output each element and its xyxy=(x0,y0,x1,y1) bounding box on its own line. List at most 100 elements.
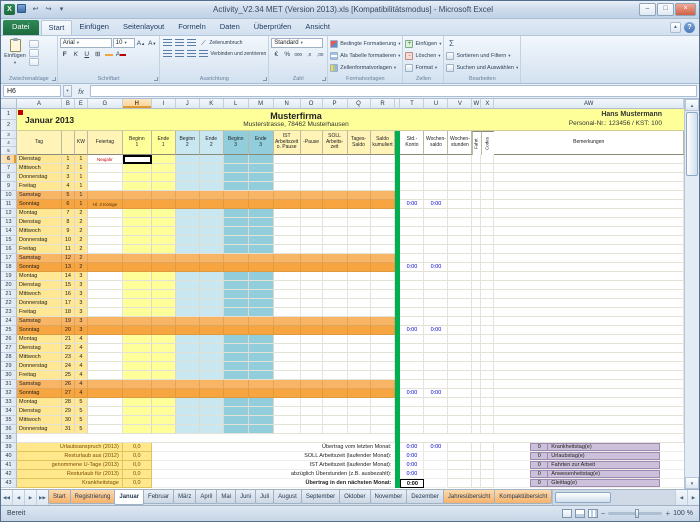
cell-week-number[interactable]: 2 xyxy=(74,236,88,245)
cell-bemerkungen[interactable] xyxy=(494,182,684,191)
cell-time-entry[interactable] xyxy=(199,191,224,200)
cell-time-entry[interactable] xyxy=(122,299,152,308)
scroll-right-icon[interactable]: ▶ xyxy=(687,490,699,505)
cell-time-entry[interactable] xyxy=(175,344,200,353)
cell-day-name[interactable]: Mittwoch xyxy=(16,290,62,299)
cell-time-entry[interactable] xyxy=(175,335,200,344)
cell-fahrt[interactable] xyxy=(472,344,482,353)
cell-calc[interactable] xyxy=(300,308,323,317)
cell-time-entry[interactable] xyxy=(122,380,152,389)
cell-calc[interactable] xyxy=(322,344,348,353)
cell-time-entry[interactable] xyxy=(175,254,200,263)
cell-wochensaldo[interactable] xyxy=(424,209,449,218)
row-header-25[interactable]: 25 xyxy=(1,326,17,335)
cell-day-name[interactable]: Montag xyxy=(16,398,62,407)
cell-std-konto[interactable] xyxy=(400,344,425,353)
cell-calc[interactable] xyxy=(273,371,301,380)
cell-std-konto[interactable] xyxy=(400,272,425,281)
cell-week-number[interactable]: 4 xyxy=(74,389,88,398)
cell-codes[interactable] xyxy=(481,407,495,416)
column-header-b[interactable]: B xyxy=(61,99,75,109)
cell-holiday[interactable] xyxy=(87,182,123,191)
cell-time-entry[interactable] xyxy=(248,326,274,335)
cell-calc[interactable] xyxy=(273,173,301,182)
cell-calc[interactable] xyxy=(273,191,301,200)
cell-time-entry[interactable] xyxy=(248,362,274,371)
cell-time-entry[interactable] xyxy=(223,299,249,308)
cell-time-entry[interactable] xyxy=(122,218,152,227)
header-j[interactable]: Beginn 2 xyxy=(175,131,200,155)
cell-calc[interactable] xyxy=(300,173,323,182)
cell-time-entry[interactable] xyxy=(199,290,224,299)
cell-time-entry[interactable] xyxy=(199,317,224,326)
cell-bemerkungen[interactable] xyxy=(494,326,684,335)
header-k[interactable]: Ende 2 xyxy=(199,131,224,155)
cell-time-entry[interactable] xyxy=(122,407,152,416)
cell-wochensaldo[interactable] xyxy=(424,308,449,317)
column-header-x[interactable]: X xyxy=(481,99,495,109)
cell-time-entry[interactable] xyxy=(175,209,200,218)
cell-time-entry[interactable] xyxy=(151,425,176,434)
cell-calc[interactable] xyxy=(370,218,396,227)
minimize-ribbon-icon[interactable]: ▲ xyxy=(670,22,681,33)
cell-calc[interactable] xyxy=(370,155,396,164)
cell-time-entry[interactable] xyxy=(248,290,274,299)
prev-sheet-button[interactable]: ◀ xyxy=(13,490,25,505)
cell-time-entry[interactable] xyxy=(248,317,274,326)
cell-calc[interactable] xyxy=(300,209,323,218)
cell-time-entry[interactable] xyxy=(248,335,274,344)
cell-day-number[interactable]: 13 xyxy=(61,263,75,272)
cell-calc[interactable] xyxy=(347,209,371,218)
column-header-n[interactable]: N xyxy=(273,99,301,109)
cell-calc[interactable] xyxy=(347,344,371,353)
cell-std-konto[interactable] xyxy=(400,335,425,344)
row-header-34[interactable]: 34 xyxy=(1,407,17,416)
cell-bemerkungen[interactable] xyxy=(494,164,684,173)
cell-day-number[interactable]: 22 xyxy=(61,344,75,353)
header-o[interactable]: -Pause xyxy=(300,131,323,155)
cell-wochenstunden[interactable] xyxy=(448,263,473,272)
cell-time-entry[interactable] xyxy=(248,155,274,164)
cell-codes[interactable] xyxy=(481,164,495,173)
cell-week-number[interactable]: 3 xyxy=(74,326,88,335)
close-button[interactable]: × xyxy=(675,3,696,16)
cell-wochensaldo[interactable] xyxy=(424,290,449,299)
cell-time-entry[interactable] xyxy=(248,371,274,380)
cell-fahrt[interactable] xyxy=(472,245,482,254)
cell-holiday[interactable] xyxy=(87,362,123,371)
cell-time-entry[interactable] xyxy=(223,218,249,227)
cell-bemerkungen[interactable] xyxy=(494,263,684,272)
cell-time-entry[interactable] xyxy=(199,353,224,362)
cell-calc[interactable] xyxy=(300,218,323,227)
cell-wochensaldo[interactable] xyxy=(424,371,449,380)
cell-time-entry[interactable] xyxy=(175,272,200,281)
page-break-view-icon[interactable] xyxy=(587,509,598,518)
cell-wochensaldo[interactable] xyxy=(424,317,449,326)
cell-calc[interactable] xyxy=(273,335,301,344)
zoom-level[interactable]: 100 % xyxy=(673,510,693,517)
cell-wochensaldo[interactable] xyxy=(424,416,449,425)
cell-week-number[interactable]: 1 xyxy=(74,155,88,164)
cell-fahrt[interactable] xyxy=(472,326,482,335)
cell-calc[interactable] xyxy=(300,380,323,389)
summary-left-label[interactable]: Urlaubsanspruch (2013) xyxy=(16,443,123,452)
cell-calc[interactable] xyxy=(347,155,371,164)
ribbon-tab-einfugen[interactable]: Einfügen xyxy=(72,20,116,35)
cell-time-entry[interactable] xyxy=(151,290,176,299)
cell-codes[interactable] xyxy=(481,290,495,299)
cell-calc[interactable] xyxy=(300,407,323,416)
cell-time-entry[interactable] xyxy=(223,317,249,326)
maximize-button[interactable]: □ xyxy=(657,3,674,16)
cell-time-entry[interactable] xyxy=(199,389,224,398)
cell-time-entry[interactable] xyxy=(151,227,176,236)
row-header-3[interactable]: 3 xyxy=(1,131,17,139)
cell-day-name[interactable]: Montag xyxy=(16,272,62,281)
cell-day-number[interactable]: 21 xyxy=(61,335,75,344)
cell-time-entry[interactable] xyxy=(122,182,152,191)
summary-left-label[interactable]: genommene U-Tage (2013) xyxy=(16,461,123,470)
cell-time-entry[interactable] xyxy=(122,191,152,200)
cell-holiday[interactable] xyxy=(87,416,123,425)
summary-center-value[interactable]: 0:00 xyxy=(400,461,425,470)
cell-calc[interactable] xyxy=(370,335,396,344)
cell-wochenstunden[interactable] xyxy=(448,245,473,254)
